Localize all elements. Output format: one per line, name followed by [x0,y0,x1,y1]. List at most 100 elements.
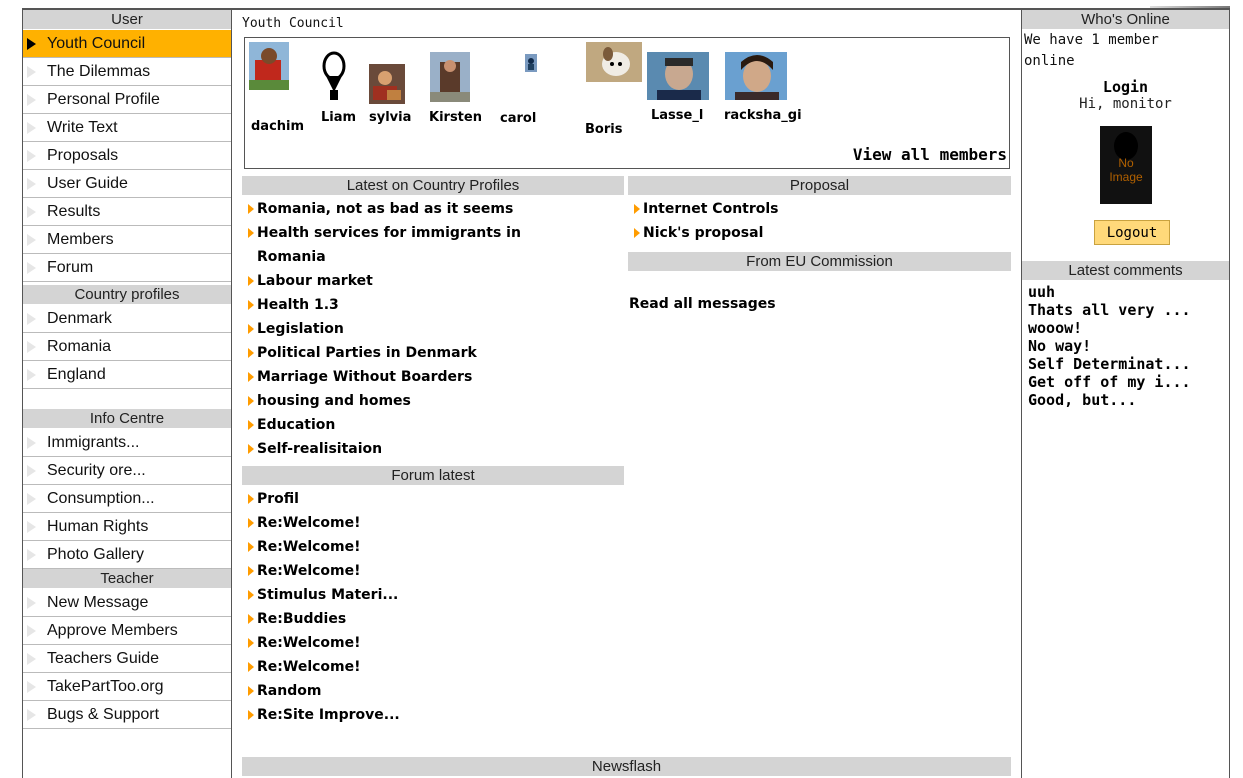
online-count-text: online [1024,53,1075,69]
sidebar-item-takeparttoo-org[interactable]: TakePartToo.org [23,673,231,701]
sidebar-item-label: Romania [47,338,112,355]
member-name[interactable]: carol [500,111,536,126]
sidebar-item-results[interactable]: Results [23,198,231,226]
sidebar-item-romania[interactable]: Romania [23,333,231,361]
members-panel: dachim Liam sylvia Kirsten carol Boris L… [244,37,1010,169]
eu-commission-header: From EU Commission [628,252,1011,271]
triangle-icon [27,465,36,477]
read-all-messages-link[interactable]: Read all messages [619,292,776,316]
forum-post-link[interactable]: Profil [247,487,400,511]
sidebar-item-the-dilemmas[interactable]: The Dilemmas [23,58,231,86]
comment-link[interactable]: Thats all very ... [1028,301,1191,319]
sidebar-item-label: New Message [47,594,149,611]
sidebar-item-label: Results [47,203,101,220]
member-avatar-racksha[interactable] [725,52,787,100]
greeting-text: Hi, monitor [1079,96,1172,112]
country-profile-link[interactable]: Health 1.3 [247,293,521,317]
member-name[interactable]: sylvia [369,110,411,125]
member-avatar-kirsten[interactable] [430,52,470,102]
member-avatar-lasse[interactable] [647,52,709,100]
sidebar-item-human-rights[interactable]: Human Rights [23,513,231,541]
teacher-header: Teacher [23,569,231,589]
country-profile-link[interactable]: Education [247,413,521,437]
country-profiles-header: Country profiles [23,285,231,305]
member-avatar-dachim[interactable] [249,42,289,90]
member-name[interactable]: Boris [585,122,622,137]
country-profile-link[interactable]: Marriage Without Boarders [247,365,521,389]
sidebar-item-consumption[interactable]: Consumption... [23,485,231,513]
forum-post-link[interactable]: Stimulus Materi... [247,583,400,607]
member-name[interactable]: Liam [321,110,356,125]
sidebar-item-user-guide[interactable]: User Guide [23,170,231,198]
country-profile-link[interactable]: Labour market [247,269,521,293]
no-image-label: No Image [1109,156,1143,184]
forum-post-link[interactable]: Re:Buddies [247,607,400,631]
left-sidebar: User Youth Council The Dilemmas Personal P… [23,10,232,778]
sidebar-item-label: Photo Gallery [47,546,144,563]
proposal-header: Proposal [628,176,1011,195]
forum-post-link[interactable]: Re:Site Improve... [247,703,400,727]
sidebar-item-teachers-guide[interactable]: Teachers Guide [23,645,231,673]
sidebar-item-label: Security ore... [47,462,146,479]
sidebar-item-write-text[interactable]: Write Text [23,114,231,142]
sidebar-item-youth-council[interactable]: Youth Council [23,30,231,58]
comment-link[interactable]: Self Determinat... [1028,355,1191,373]
member-avatar-boris[interactable] [586,42,642,82]
forum-post-link[interactable]: Random [247,679,400,703]
member-avatar-sylvia[interactable] [369,64,405,104]
sidebar-item-bugs-support[interactable]: Bugs & Support [23,701,231,729]
sidebar-item-label: Youth Council [47,35,146,52]
forum-post-link[interactable]: Re:Welcome! [247,511,400,535]
online-count-text: We have 1 member [1024,32,1159,48]
sidebar-item-photo-gallery[interactable]: Photo Gallery [23,541,231,569]
sidebar-item-members[interactable]: Members [23,226,231,254]
sidebar-item-label: Human Rights [47,518,149,535]
triangle-icon [27,262,36,274]
member-name[interactable]: dachim [251,119,304,134]
main-content: Youth Council dachim Liam sylvia Kirsten… [232,10,1022,778]
logout-button[interactable]: Logout [1094,220,1170,245]
country-profile-link[interactable]: Romania, not as bad as it seems [247,197,521,221]
member-name[interactable]: Kirsten [429,110,482,125]
sidebar-item-label: Personal Profile [47,91,160,108]
comment-link[interactable]: Get off of my i... [1028,373,1191,391]
sidebar-item-personal-profile[interactable]: Personal Profile [23,86,231,114]
triangle-icon [27,625,36,637]
comment-link[interactable]: uuh [1028,283,1191,301]
comment-link[interactable]: Good, but... [1028,391,1191,409]
forum-post-link[interactable]: Re:Welcome! [247,631,400,655]
member-name[interactable]: Lasse_l [651,108,703,123]
sidebar-item-forum[interactable]: Forum [23,254,231,282]
sidebar-item-label: England [47,366,106,383]
comment-link[interactable]: No way! [1028,337,1191,355]
sidebar-item-security-ore[interactable]: Security ore... [23,457,231,485]
sidebar-item-approve-members[interactable]: Approve Members [23,617,231,645]
country-profile-link[interactable]: Self-realisitaion [247,437,521,461]
user-section-header: User [23,10,231,30]
triangle-icon [27,369,36,381]
forum-post-link[interactable]: Re:Welcome! [247,559,400,583]
sidebar-item-england[interactable]: England [23,361,231,389]
country-profile-link[interactable]: housing and homes [247,389,521,413]
country-profile-link[interactable]: Legislation [247,317,521,341]
forum-post-link[interactable]: Re:Welcome! [247,535,400,559]
proposal-link[interactable]: Internet Controls [633,197,779,221]
info-centre-header: Info Centre [23,409,231,429]
member-avatar-carol[interactable] [525,54,537,72]
country-profile-link[interactable]: Health services for immigrants in [247,221,521,245]
sidebar-item-denmark[interactable]: Denmark [23,305,231,333]
triangle-icon [27,493,36,505]
comment-link[interactable]: wooow! [1028,319,1191,337]
triangle-icon [27,437,36,449]
country-profile-link[interactable]: Romania [247,245,521,269]
sidebar-item-new-message[interactable]: New Message [23,589,231,617]
sidebar-item-immigrants[interactable]: Immigrants... [23,429,231,457]
view-all-members-link[interactable]: View all members [853,145,1007,164]
sidebar-item-label: Consumption... [47,490,155,507]
forum-post-link[interactable]: Re:Welcome! [247,655,400,679]
country-profile-link[interactable]: Political Parties in Denmark [247,341,521,365]
member-avatar-liam[interactable] [320,50,348,100]
sidebar-item-proposals[interactable]: Proposals [23,142,231,170]
proposal-link[interactable]: Nick's proposal [633,221,779,245]
member-name[interactable]: racksha_gi [724,108,802,123]
